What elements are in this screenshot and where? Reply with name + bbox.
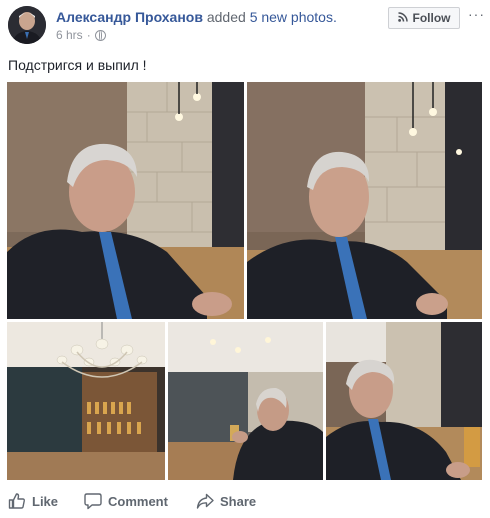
post-meta: 6 hrs · [56, 28, 106, 42]
like-button[interactable]: Like [8, 492, 58, 510]
globe-icon[interactable] [94, 29, 106, 41]
share-arrow-icon [196, 492, 214, 510]
post-status-text: Подстригся и выпил ! [8, 57, 147, 73]
photo-4[interactable] [168, 322, 323, 480]
author-name-link[interactable]: Александр Проханов [56, 9, 203, 25]
avatar[interactable] [8, 6, 46, 44]
photo-5[interactable] [326, 322, 482, 480]
like-label: Like [32, 493, 59, 509]
rss-icon [397, 11, 408, 25]
photo-2[interactable] [247, 82, 482, 319]
photo-3[interactable] [7, 322, 165, 480]
post-footer: Like Comment Share [0, 488, 490, 518]
post-header: Александр Проханов added 5 new photos. 6… [0, 0, 490, 50]
more-options-icon[interactable]: ··· [468, 6, 485, 22]
post-title-line: Александр Проханов added 5 new photos. [56, 9, 337, 25]
comment-label: Comment [108, 493, 168, 509]
thumbs-up-icon [8, 492, 26, 510]
post-action-text: added [206, 9, 246, 25]
photo-1[interactable] [7, 82, 244, 319]
post-timestamp[interactable]: 6 hrs [56, 28, 83, 42]
comment-button[interactable]: Comment [84, 492, 168, 510]
share-button[interactable]: Share [196, 492, 256, 510]
follow-button[interactable]: Follow [388, 7, 460, 29]
new-photos-link[interactable]: 5 new photos. [250, 9, 337, 25]
comment-bubble-icon [84, 492, 102, 510]
follow-label: Follow [412, 11, 451, 25]
share-label: Share [220, 493, 257, 509]
meta-separator: · [86, 28, 91, 42]
